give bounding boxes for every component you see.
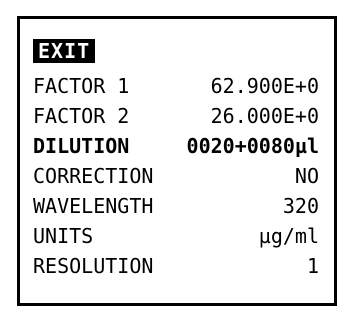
- setting-value: µg/ml: [258, 224, 319, 248]
- setting-row-dilution[interactable]: DILUTION 0020+0080µl: [33, 131, 319, 161]
- setting-value: NO: [294, 164, 319, 188]
- setting-row-resolution[interactable]: RESOLUTION 1: [33, 251, 319, 281]
- setting-value: 62.900E+0: [210, 74, 319, 98]
- setting-row-correction[interactable]: CORRECTION NO: [33, 161, 319, 191]
- setting-value: 26.000E+0: [210, 104, 319, 128]
- setting-value: 0020+0080µl: [186, 134, 319, 158]
- exit-button[interactable]: EXIT: [33, 39, 96, 63]
- setting-label: FACTOR 2: [33, 104, 130, 128]
- setting-value: 320: [282, 194, 319, 218]
- setting-row-units[interactable]: UNITS µg/ml: [33, 221, 319, 251]
- setting-label: DILUTION: [33, 134, 130, 158]
- setting-label: WAVELENGTH: [33, 194, 154, 218]
- setting-row-factor-1[interactable]: FACTOR 1 62.900E+0: [33, 71, 319, 101]
- setting-row-factor-2[interactable]: FACTOR 2 26.000E+0: [33, 101, 319, 131]
- setting-label: FACTOR 1: [33, 74, 130, 98]
- setting-label: RESOLUTION: [33, 254, 154, 278]
- setting-label: CORRECTION: [33, 164, 154, 188]
- setting-label: UNITS: [33, 224, 94, 248]
- setting-row-wavelength[interactable]: WAVELENGTH 320: [33, 191, 319, 221]
- setting-value: 1: [306, 254, 319, 278]
- settings-list: FACTOR 1 62.900E+0 FACTOR 2 26.000E+0 DI…: [33, 71, 319, 281]
- lcd-display: EXIT FACTOR 1 62.900E+0 FACTOR 2 26.000E…: [17, 16, 337, 306]
